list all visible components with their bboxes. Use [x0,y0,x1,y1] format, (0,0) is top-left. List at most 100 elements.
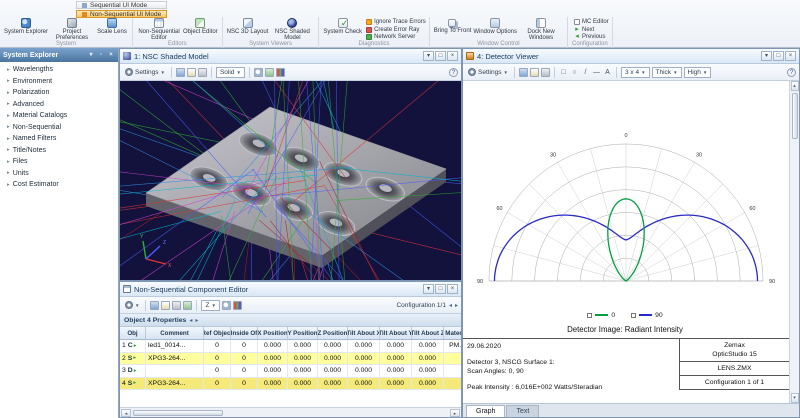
object-cell[interactable]: 1C▸ [120,340,146,353]
cell[interactable] [444,353,461,366]
sidebar-item-environment[interactable]: ▸Environment [0,76,118,88]
scrollbar-thumb[interactable] [792,93,798,139]
settings-button[interactable]: Settings▼ [466,67,510,77]
cell[interactable]: 0 [204,378,231,391]
window-menu-button[interactable]: ▾ [423,284,434,294]
cell[interactable]: 0 [231,353,258,366]
cell[interactable]: 0.000 [412,365,444,378]
cell[interactable]: 0 [204,365,231,378]
tab-graph[interactable]: Graph [466,405,505,417]
cell[interactable]: 0.000 [258,353,288,366]
print-icon[interactable] [198,68,207,77]
sidebar-item-wavelengths[interactable]: ▸Wavelengths [0,64,118,76]
tab-text[interactable]: Text [506,405,539,417]
non-sequential-ui-mode-tab[interactable]: Non-Sequential UI Mode [76,10,167,18]
object-cell[interactable]: 3D▸ [120,365,146,378]
copy-icon[interactable] [187,68,196,77]
save-icon[interactable] [176,68,185,77]
object-cell[interactable]: 2S▸ [120,353,146,366]
line-thickness-select[interactable]: Thick▼ [652,67,682,78]
nsc-shaded-model-button[interactable]: NSC Shaded Model [269,17,315,42]
cell[interactable]: 0.000 [258,340,288,353]
editor-window-titlebar[interactable]: Non-Sequential Component Editor ▾ □ × [120,282,461,297]
help-button[interactable]: ? [449,68,458,77]
sequential-ui-mode-tab[interactable]: Sequential UI Mode [76,1,167,9]
sidebar-item-advanced[interactable]: ▸Advanced [0,99,118,111]
collapse-right-icon[interactable]: ▸ [195,317,198,324]
legend-checkbox[interactable] [631,313,636,318]
vertical-scrollbar[interactable]: ▴ ▾ [789,81,799,403]
cell[interactable]: 0.000 [348,340,380,353]
non-sequential-editor-button[interactable]: Non-Sequential Editor [136,17,182,42]
cell[interactable]: 0.000 [348,353,380,366]
panel-pin-button[interactable]: ▫ [97,50,105,60]
sidebar-item-polarization[interactable]: ▸Polarization [0,87,118,99]
scrollbar-thumb[interactable] [133,410,223,416]
zoom-icon[interactable] [254,68,263,77]
system-explorer-button[interactable]: System Explorer [3,17,49,35]
sidebar-item-files[interactable]: ▸Files [0,156,118,168]
grid-layout-select[interactable]: 3 x 4▼ [621,67,650,78]
cell[interactable]: 0.000 [412,340,444,353]
cell[interactable]: 0.000 [258,365,288,378]
nsc-3d-layout-button[interactable]: NSC 3D Layout [226,17,270,35]
sidebar-item-units[interactable]: ▸Units [0,168,118,180]
save-icon[interactable] [519,68,528,77]
model-window-titlebar[interactable]: 1: NSC Shaded Model ▾ □ × [120,49,461,64]
help-button[interactable]: ? [787,68,796,77]
cell[interactable]: 0.000 [288,353,318,366]
ruler-tool-icon[interactable]: — [592,69,601,76]
scroll-right-button[interactable]: ▸ [450,409,460,417]
dock-new-windows-button[interactable]: Dock New Windows [518,17,564,42]
cell[interactable]: 0.000 [380,340,412,353]
cell[interactable] [444,365,461,378]
collapse-left-icon[interactable]: ◂ [189,317,192,324]
panel-menu-button[interactable]: ▾ [87,50,95,60]
cell[interactable]: 0.000 [380,365,412,378]
shaded-model-viewport[interactable]: XYZ [120,81,461,280]
insert-row-icon[interactable] [161,301,170,310]
sidebar-item-material-catalogs[interactable]: ▸Material Catalogs [0,110,118,122]
cell[interactable]: 0.000 [318,353,348,366]
panel-close-button[interactable]: × [107,50,115,60]
settings-button[interactable]: ▼ [123,300,141,310]
zoom-icon[interactable] [222,301,231,310]
save-icon[interactable] [150,301,159,310]
bring-to-front-button[interactable]: Bring To Front [433,17,473,34]
object-editor-button[interactable]: Object Editor [182,17,219,35]
sidebar-item-cost-estimator[interactable]: ▸Cost Estimator [0,179,118,191]
ignore-trace-errors-toggle[interactable]: Ignore Trace Errors [366,19,426,25]
legend-checkbox[interactable] [587,313,592,318]
scroll-left-button[interactable]: ◂ [121,409,131,417]
mc-editor-toggle[interactable]: MC Editor [574,19,609,25]
paste-icon[interactable] [183,301,192,310]
rectangle-tool-icon[interactable]: □ [559,69,568,76]
cell[interactable]: 0 [204,353,231,366]
z-order-select[interactable]: Z▼ [201,300,219,311]
line-tool-icon[interactable]: / [581,69,590,76]
cell[interactable] [146,365,204,378]
close-button[interactable]: × [447,284,458,294]
previous-config-arrow[interactable]: ◂ [449,302,452,309]
sidebar-item-named-filters[interactable]: ▸Named Filters [0,133,118,145]
cell[interactable]: 0.000 [288,378,318,391]
system-check-button[interactable]: System Check [322,17,363,35]
cell[interactable] [444,378,461,391]
color-legend-icon[interactable] [233,301,242,310]
cell[interactable]: 0.000 [348,365,380,378]
cell[interactable]: 0.000 [288,365,318,378]
ellipse-tool-icon[interactable]: ○ [570,69,579,76]
maximize-button[interactable]: □ [773,51,784,61]
copy-icon[interactable] [530,68,539,77]
cell[interactable]: 0.000 [288,340,318,353]
cell[interactable]: 0.000 [348,378,380,391]
cell[interactable]: XPG3-264... [146,378,204,391]
close-button[interactable]: × [447,51,458,61]
cell[interactable]: 0.000 [318,378,348,391]
delete-row-icon[interactable] [172,301,181,310]
create-error-ray-toggle[interactable]: Create Error Ray [366,27,426,33]
cell[interactable]: 0 [231,378,258,391]
cell[interactable]: led1_0014... [146,340,204,353]
cell[interactable]: 0.000 [380,378,412,391]
cell[interactable]: 0.000 [258,378,288,391]
